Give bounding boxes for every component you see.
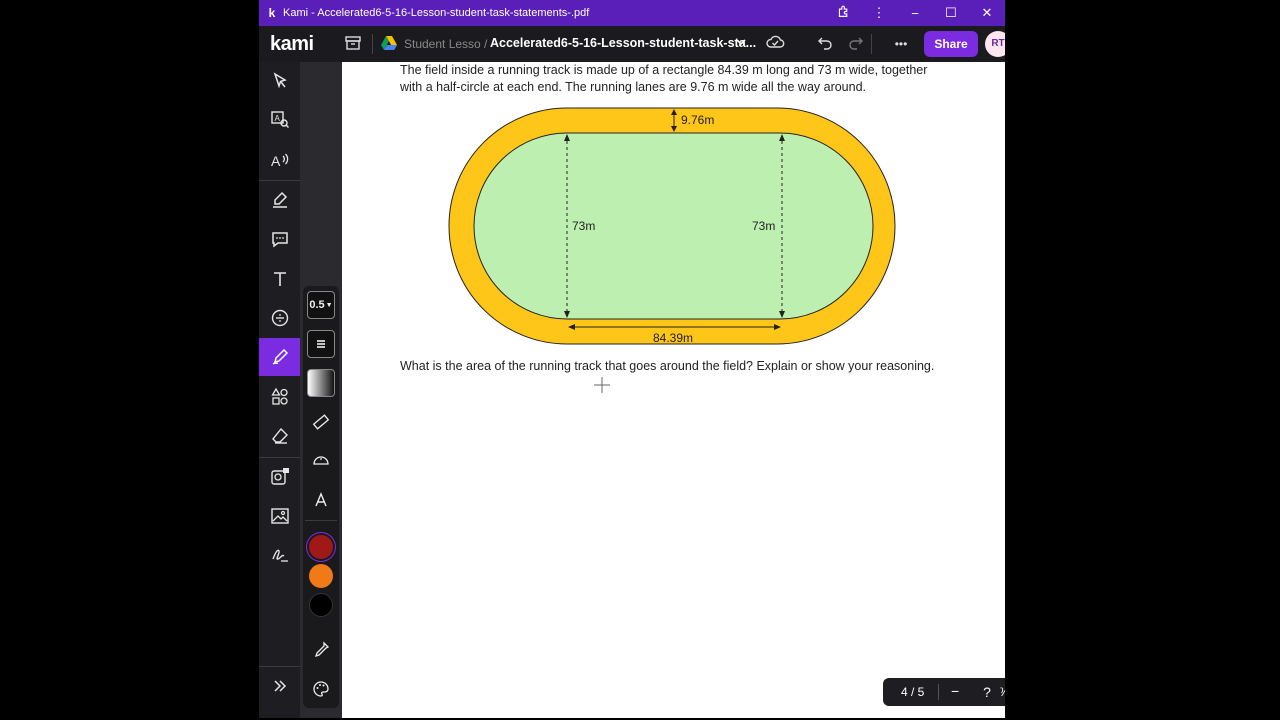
svg-text:A: A	[274, 114, 280, 123]
stroke-size-select[interactable]: 0.5 ▼	[307, 291, 335, 319]
drawing-options-toolbar: 0.5 ▼	[303, 286, 339, 708]
svg-text:A: A	[271, 153, 281, 169]
text-tool-icon[interactable]	[259, 260, 300, 298]
extensions-icon[interactable]	[825, 5, 861, 21]
protractor-icon[interactable]	[307, 446, 335, 474]
user-avatar[interactable]: RT	[985, 31, 1005, 57]
highlighter-tool-icon[interactable]	[259, 181, 300, 219]
minimize-icon[interactable]: −	[897, 6, 933, 21]
header-divider	[871, 34, 872, 54]
left-width-label: 73m	[572, 219, 595, 233]
opacity-gradient-icon[interactable]	[307, 369, 335, 397]
eyedropper-icon[interactable]	[307, 636, 335, 664]
chevron-down-icon[interactable]	[731, 34, 751, 54]
app-header: kami Student Lesso / Accelerated6-5-16-L…	[259, 26, 1005, 62]
maximize-icon[interactable]: ☐	[933, 5, 969, 21]
comment-tool-icon[interactable]	[259, 220, 300, 258]
ai-search-tool-icon[interactable]	[259, 458, 300, 496]
title-bar: k Kami - Accelerated6-5-16-Lesson-studen…	[259, 0, 1005, 26]
google-drive-icon	[381, 36, 397, 50]
help-button[interactable]: ?	[973, 678, 1001, 706]
insert-image-tool-icon[interactable]	[259, 497, 300, 535]
header-divider	[372, 34, 373, 54]
text-recognize-tool-icon[interactable]: A	[259, 100, 300, 138]
palette-icon[interactable]	[307, 675, 335, 703]
tool-rail: A A	[259, 62, 300, 718]
zoom-out-button[interactable]: −	[951, 683, 959, 699]
kami-window: k Kami - Accelerated6-5-16-Lesson-studen…	[259, 0, 1005, 718]
handwriting-text-icon[interactable]	[307, 486, 335, 514]
document-name[interactable]: Accelerated6-5-16-Lesson-student-task-st…	[490, 36, 756, 50]
color-swatch-orange[interactable]	[309, 564, 333, 588]
problem-text-line-2: with a half-circle at each end. The runn…	[400, 80, 867, 94]
running-track-figure: 9.76m 73m 73m 84.39m	[448, 107, 896, 345]
eraser-tool-icon[interactable]	[259, 417, 300, 455]
more-vert-icon[interactable]: ⋮	[861, 5, 897, 21]
close-icon[interactable]: ✕	[969, 5, 1005, 21]
expand-rail-icon[interactable]	[259, 667, 300, 705]
color-swatch-black[interactable]	[309, 593, 333, 617]
line-style-icon[interactable]	[307, 330, 335, 358]
problem-text-line-1: The field inside a running track is made…	[400, 63, 928, 77]
length-label: 84.39m	[653, 331, 693, 345]
undo-icon[interactable]	[815, 34, 835, 54]
drawing-tool-icon[interactable]	[259, 338, 300, 376]
pdf-page[interactable]: The field inside a running track is made…	[342, 62, 1005, 718]
shapes-tool-icon[interactable]	[259, 378, 300, 416]
window-title: Kami - Accelerated6-5-16-Lesson-student-…	[283, 7, 590, 19]
archive-icon[interactable]	[343, 34, 363, 54]
question-text: What is the area of the running track th…	[400, 359, 935, 373]
panel-divider	[305, 520, 337, 521]
redo-icon[interactable]	[846, 34, 866, 54]
ruler-icon[interactable]	[307, 408, 335, 436]
zoom-divider	[938, 684, 939, 700]
app-icon: k	[268, 6, 276, 20]
cloud-sync-icon[interactable]	[765, 34, 785, 54]
more-horizontal-icon[interactable]: •••	[891, 34, 911, 54]
signature-tool-icon[interactable]	[259, 536, 300, 574]
crosshair-cursor-icon	[594, 377, 610, 393]
page-indicator[interactable]: 4 / 5	[901, 685, 924, 699]
read-aloud-tool-icon[interactable]: A	[259, 141, 300, 179]
breadcrumb[interactable]: Student Lesso /	[404, 37, 487, 51]
lane-width-label: 9.76m	[681, 113, 714, 127]
kami-logo[interactable]: kami	[270, 33, 314, 56]
inner-field	[473, 132, 874, 320]
select-tool-icon[interactable]	[259, 62, 300, 100]
right-width-label: 73m	[752, 219, 775, 233]
drawing-options-panel: 0.5 ▼	[300, 62, 342, 718]
equation-tool-icon[interactable]	[259, 299, 300, 337]
color-swatch-red[interactable]	[309, 535, 333, 559]
share-button[interactable]: Share	[924, 31, 978, 57]
stroke-size-value: 0.5	[309, 299, 325, 311]
